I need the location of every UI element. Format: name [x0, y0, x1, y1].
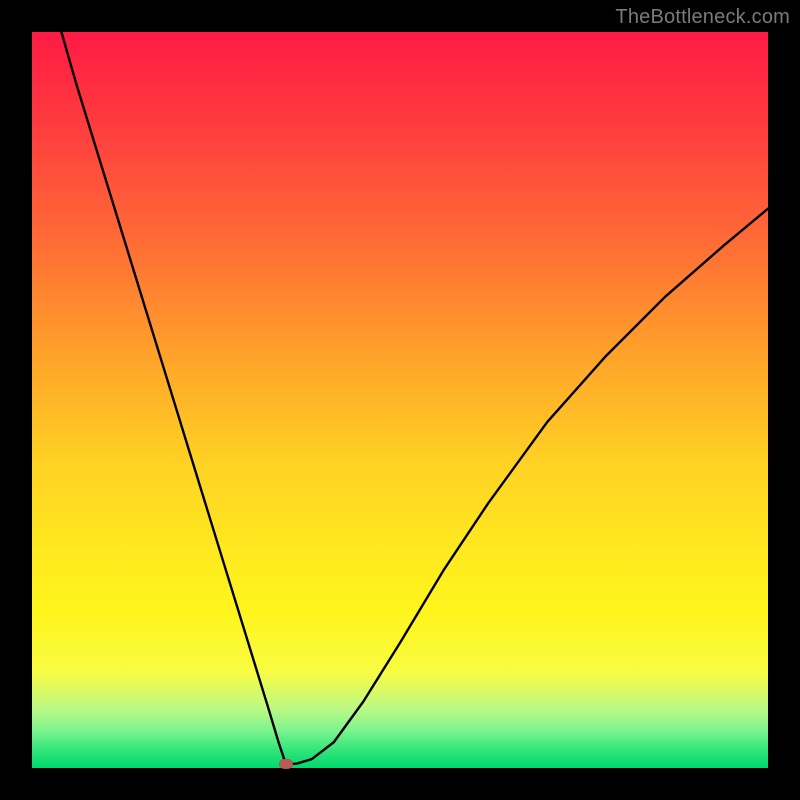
optimal-point-marker — [279, 759, 293, 769]
plot-area — [32, 32, 768, 768]
watermark-text: TheBottleneck.com — [615, 6, 790, 29]
bottleneck-curve — [32, 32, 768, 768]
chart-stage: TheBottleneck.com — [0, 0, 800, 800]
